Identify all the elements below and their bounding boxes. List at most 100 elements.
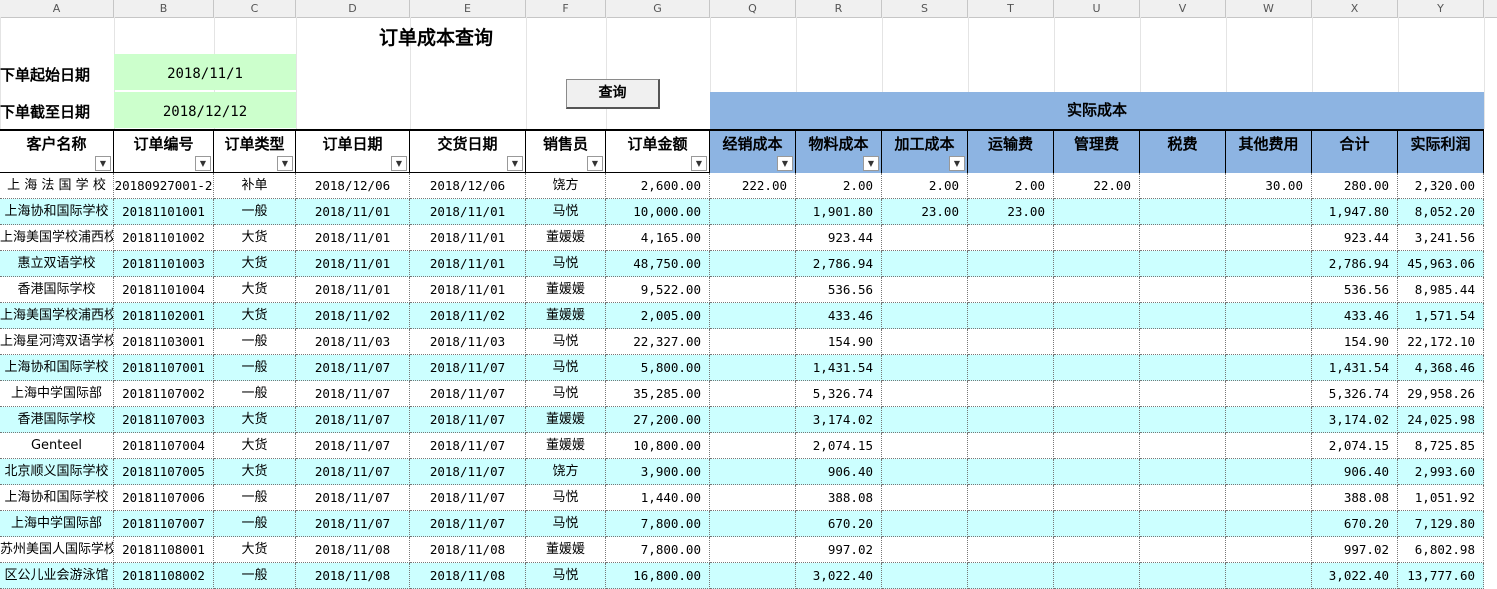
cell-other-fee[interactable] — [1226, 329, 1312, 355]
cell-total[interactable]: 2,786.94 — [1312, 251, 1398, 277]
cell-order-amount[interactable]: 35,285.00 — [606, 381, 710, 407]
cell-other-fee[interactable] — [1226, 303, 1312, 329]
cell-order-type[interactable]: 大货 — [214, 537, 296, 563]
cell-salesperson[interactable]: 董媛媛 — [526, 303, 606, 329]
cell-other-fee[interactable] — [1226, 537, 1312, 563]
cell-total[interactable]: 5,326.74 — [1312, 381, 1398, 407]
cell-shipping-fee[interactable] — [968, 277, 1054, 303]
cell-shipping-fee[interactable] — [968, 407, 1054, 433]
cell-shipping-fee[interactable] — [968, 537, 1054, 563]
cell-total[interactable]: 3,022.40 — [1312, 563, 1398, 589]
start-date-field[interactable]: 2018/11/1 — [114, 54, 296, 90]
cell-other-fee[interactable] — [1226, 459, 1312, 485]
cell-material-cost[interactable]: 154.90 — [796, 329, 882, 355]
cell-order-date[interactable]: 2018/11/07 — [296, 433, 410, 459]
column-letter-X[interactable]: X — [1312, 0, 1398, 17]
filter-dropdown-icon[interactable]: ▼ — [863, 156, 879, 171]
cell-total[interactable]: 280.00 — [1312, 173, 1398, 199]
cell-dist-cost[interactable] — [710, 355, 796, 381]
cell-tax[interactable] — [1140, 355, 1226, 381]
cell-process-cost[interactable] — [882, 329, 968, 355]
cell-order-amount[interactable]: 16,800.00 — [606, 563, 710, 589]
column-letter-D[interactable]: D — [296, 0, 410, 17]
cell-order-no[interactable]: 20181108001 — [114, 537, 214, 563]
column-letter-A[interactable]: A — [0, 0, 114, 17]
cell-process-cost[interactable] — [882, 355, 968, 381]
cell-order-amount[interactable]: 5,800.00 — [606, 355, 710, 381]
cell-total[interactable]: 388.08 — [1312, 485, 1398, 511]
column-letter-R[interactable]: R — [796, 0, 882, 17]
cell-order-date[interactable]: 2018/11/08 — [296, 563, 410, 589]
cell-delivery-date[interactable]: 2018/11/07 — [410, 485, 526, 511]
cell-order-type[interactable]: 一般 — [214, 329, 296, 355]
cell-salesperson[interactable]: 马悦 — [526, 355, 606, 381]
cell-mgmt-fee[interactable] — [1054, 277, 1140, 303]
cell-tax[interactable] — [1140, 199, 1226, 225]
cell-process-cost[interactable] — [882, 433, 968, 459]
cell-process-cost[interactable]: 23.00 — [882, 199, 968, 225]
cell-salesperson[interactable]: 董媛媛 — [526, 433, 606, 459]
cell-material-cost[interactable]: 3,174.02 — [796, 407, 882, 433]
cell-shipping-fee[interactable] — [968, 225, 1054, 251]
cell-process-cost[interactable] — [882, 381, 968, 407]
cell-tax[interactable] — [1140, 485, 1226, 511]
cell-tax[interactable] — [1140, 537, 1226, 563]
cell-customer[interactable]: 香港国际学校 — [0, 407, 114, 433]
cell-shipping-fee[interactable] — [968, 511, 1054, 537]
cell-order-no[interactable]: 20181101001 — [114, 199, 214, 225]
filter-dropdown-icon[interactable]: ▼ — [949, 156, 965, 171]
cell-material-cost[interactable]: 1,901.80 — [796, 199, 882, 225]
cell-material-cost[interactable]: 433.46 — [796, 303, 882, 329]
cell-order-type[interactable]: 一般 — [214, 381, 296, 407]
cell-material-cost[interactable]: 670.20 — [796, 511, 882, 537]
cell-customer[interactable]: 北京顺义国际学校 — [0, 459, 114, 485]
cell-process-cost[interactable] — [882, 511, 968, 537]
cell-mgmt-fee[interactable] — [1054, 251, 1140, 277]
filter-dropdown-icon[interactable]: ▼ — [587, 156, 603, 171]
cell-order-date[interactable]: 2018/11/01 — [296, 199, 410, 225]
cell-tax[interactable] — [1140, 381, 1226, 407]
cell-dist-cost[interactable]: 222.00 — [710, 173, 796, 199]
cell-customer[interactable]: 上海协和国际学校 — [0, 355, 114, 381]
cell-dist-cost[interactable] — [710, 199, 796, 225]
cell-customer[interactable]: 上海协和国际学校 — [0, 199, 114, 225]
cell-delivery-date[interactable]: 2018/11/08 — [410, 563, 526, 589]
cell-order-type[interactable]: 大货 — [214, 303, 296, 329]
cell-order-type[interactable]: 一般 — [214, 485, 296, 511]
cell-order-no[interactable]: 20181107007 — [114, 511, 214, 537]
cell-shipping-fee[interactable] — [968, 251, 1054, 277]
cell-material-cost[interactable]: 2.00 — [796, 173, 882, 199]
cell-order-date[interactable]: 2018/11/07 — [296, 381, 410, 407]
cell-process-cost[interactable] — [882, 251, 968, 277]
cell-mgmt-fee[interactable] — [1054, 485, 1140, 511]
cell-shipping-fee[interactable] — [968, 433, 1054, 459]
query-button[interactable]: 查询 — [566, 79, 660, 109]
cell-order-date[interactable]: 2018/11/08 — [296, 537, 410, 563]
cell-salesperson[interactable]: 董媛媛 — [526, 277, 606, 303]
cell-tax[interactable] — [1140, 459, 1226, 485]
cell-total[interactable]: 1,947.80 — [1312, 199, 1398, 225]
cell-salesperson[interactable]: 马悦 — [526, 563, 606, 589]
cell-mgmt-fee[interactable] — [1054, 355, 1140, 381]
cell-order-amount[interactable]: 7,800.00 — [606, 537, 710, 563]
column-letter-B[interactable]: B — [114, 0, 214, 17]
cell-shipping-fee[interactable] — [968, 303, 1054, 329]
column-letter-W[interactable]: W — [1226, 0, 1312, 17]
filter-dropdown-icon[interactable]: ▼ — [507, 156, 523, 171]
cell-order-no[interactable]: 20181103001 — [114, 329, 214, 355]
cell-material-cost[interactable]: 1,431.54 — [796, 355, 882, 381]
cell-other-fee[interactable] — [1226, 277, 1312, 303]
cell-dist-cost[interactable] — [710, 329, 796, 355]
cell-order-amount[interactable]: 3,900.00 — [606, 459, 710, 485]
cell-order-type[interactable]: 大货 — [214, 277, 296, 303]
cell-material-cost[interactable]: 906.40 — [796, 459, 882, 485]
cell-order-no[interactable]: 20181107005 — [114, 459, 214, 485]
cell-order-type[interactable]: 大货 — [214, 433, 296, 459]
cell-order-date[interactable]: 2018/12/06 — [296, 173, 410, 199]
cell-customer[interactable]: 惠立双语学校 — [0, 251, 114, 277]
cell-dist-cost[interactable] — [710, 485, 796, 511]
cell-profit[interactable]: 3,241.56 — [1398, 225, 1484, 251]
cell-order-amount[interactable]: 1,440.00 — [606, 485, 710, 511]
cell-total[interactable]: 3,174.02 — [1312, 407, 1398, 433]
cell-salesperson[interactable]: 董媛媛 — [526, 225, 606, 251]
